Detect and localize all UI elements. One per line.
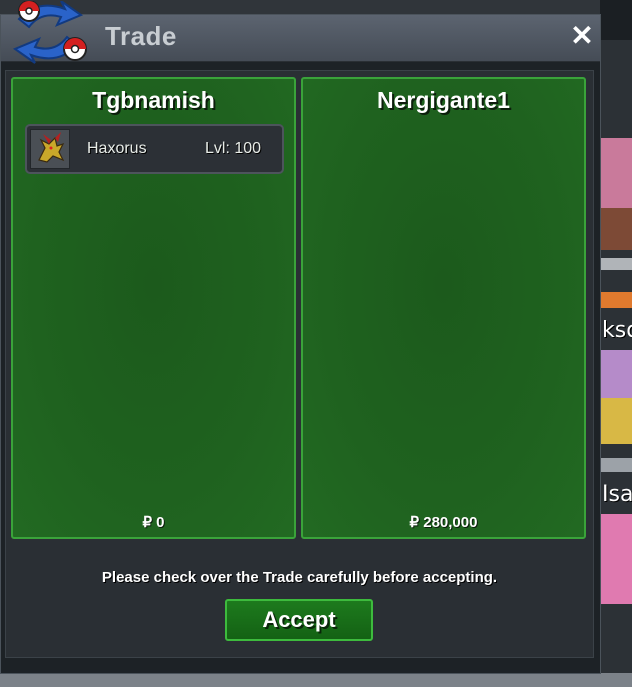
pokemon-name: Haxorus (87, 140, 147, 157)
flag-icon (600, 292, 632, 308)
bg-character (600, 208, 632, 250)
money-offer-right: ₽ 280,000 (409, 514, 478, 531)
bg-player-name: kso (602, 318, 632, 343)
trade-panel-self: Tgbnamish Haxorus Lvl: 100 ₽ 0 (11, 77, 296, 539)
bg-character (600, 398, 632, 444)
bg-character (600, 138, 632, 208)
trade-logo-icon (12, 1, 87, 64)
bg-character (600, 350, 632, 398)
bg-character (600, 514, 632, 604)
player-name-right: Nergigante1 (377, 87, 510, 113)
trade-notice: Please check over the Trade carefully be… (101, 569, 498, 586)
accept-button[interactable]: Accept (225, 599, 373, 641)
pokemon-sprite-icon (30, 129, 70, 169)
bg-tile (600, 258, 632, 270)
bg-player-name: Isa (602, 482, 632, 507)
close-icon: ✕ (570, 20, 594, 51)
trade-content: Tgbnamish Haxorus Lvl: 100 ₽ 0 Nergigant… (5, 70, 594, 658)
player-name-left: Tgbnamish (92, 87, 215, 113)
background-game-strip: kso Isa (600, 0, 632, 687)
game-screen: kso Isa Trade ✕ Tgbnamish (0, 0, 632, 687)
money-offer-left: ₽ 0 (142, 514, 165, 531)
window-title: Trade (105, 21, 177, 51)
bg-floor (0, 673, 632, 687)
bg-tile (600, 458, 632, 472)
haxorus-sprite (38, 132, 65, 163)
trade-pokemon-item[interactable]: Haxorus Lvl: 100 (25, 124, 284, 174)
trade-panel-partner: Nergigante1 ₽ 280,000 (301, 77, 586, 539)
pokemon-level: Lvl: 100 (205, 140, 262, 157)
close-button[interactable]: ✕ (567, 21, 597, 51)
bg-tile (600, 0, 632, 40)
trade-window: Trade ✕ Tgbnamish Haxorus Lvl: 100 ₽ 0 N… (0, 1, 601, 674)
